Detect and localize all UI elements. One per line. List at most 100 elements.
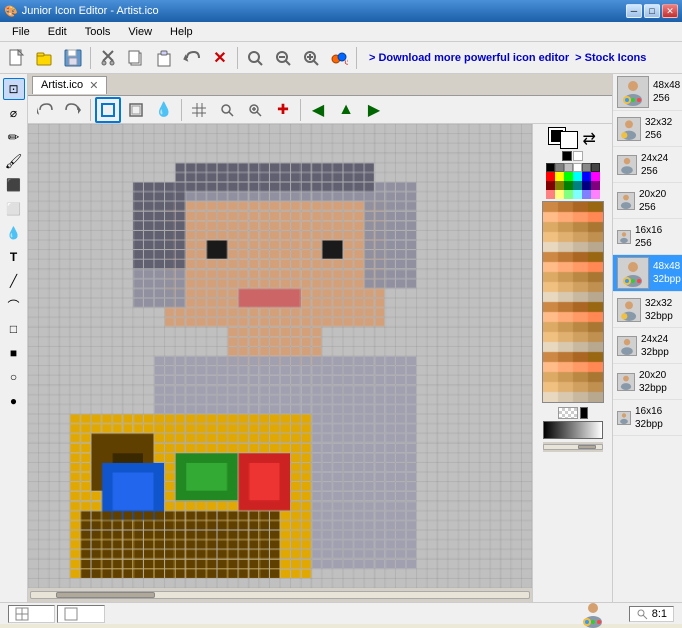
doc-tab-close[interactable]: ✕ [89, 79, 98, 92]
palette-scrollbar[interactable] [543, 442, 603, 452]
icon-16x16-256[interactable]: 16x16256 [613, 219, 682, 255]
eraser-tool[interactable]: ⬜ [3, 198, 25, 220]
actual-size-button[interactable] [242, 97, 268, 123]
swatch[interactable] [546, 181, 555, 190]
scroll-thumb[interactable] [56, 592, 156, 598]
pencil-tool[interactable]: ✏ [3, 126, 25, 148]
icon-20x20-32bpp[interactable]: 20x2032bpp [613, 364, 682, 400]
icon-24x24-32bpp[interactable]: 24x2432bpp [613, 328, 682, 364]
grid-button[interactable] [186, 97, 212, 123]
menu-view[interactable]: View [120, 24, 160, 40]
swatch[interactable] [591, 163, 600, 172]
swatch[interactable] [573, 181, 582, 190]
extended-palette-canvas[interactable] [542, 201, 604, 403]
stock-icons-link[interactable]: > Stock Icons [575, 52, 646, 64]
nav-up-button[interactable]: ▲ [333, 97, 359, 123]
minimize-button[interactable]: ─ [626, 4, 642, 18]
menu-tools[interactable]: Tools [77, 24, 119, 40]
zoom-in-button[interactable] [298, 45, 324, 71]
swatch[interactable] [555, 181, 564, 190]
delete-button[interactable]: ✕ [207, 45, 233, 71]
menu-file[interactable]: File [4, 24, 38, 40]
horizontal-scrollbar[interactable] [28, 588, 532, 602]
swatch[interactable] [591, 172, 600, 181]
icon-size-label: 48x4832bpp [653, 260, 681, 286]
zoom-out-button[interactable] [270, 45, 296, 71]
swatch[interactable] [546, 190, 555, 199]
color-black[interactable] [562, 151, 572, 161]
document-tab[interactable]: Artist.ico ✕ [32, 76, 107, 94]
copy-button[interactable] [123, 45, 149, 71]
palette-scroll-thumb[interactable] [578, 445, 595, 449]
rect-outline-tool[interactable]: □ [3, 318, 25, 340]
open-button[interactable] [32, 45, 58, 71]
swatch[interactable] [564, 163, 573, 172]
menu-edit[interactable]: Edit [40, 24, 75, 40]
new-button[interactable] [4, 45, 30, 71]
icon-32x32-256[interactable]: 32x32256 [613, 111, 682, 147]
cut-button[interactable] [95, 45, 121, 71]
color-replace-button[interactable]: ↺ [326, 45, 352, 71]
line-tool[interactable]: ╱ [3, 270, 25, 292]
find-button[interactable] [242, 45, 268, 71]
swatch[interactable] [555, 190, 564, 199]
swatch[interactable] [582, 190, 591, 199]
icon-32x32-32bpp[interactable]: 32x3232bpp [613, 292, 682, 328]
swatch[interactable] [573, 172, 582, 181]
swatch[interactable] [546, 163, 555, 172]
water-drop-button[interactable]: 💧 [151, 97, 177, 123]
close-button[interactable]: ✕ [662, 4, 678, 18]
swatch[interactable] [564, 190, 573, 199]
swatch[interactable] [555, 163, 564, 172]
swatch[interactable] [573, 163, 582, 172]
ellipse-fill-tool[interactable]: ● [3, 390, 25, 412]
icon-48x48-256[interactable]: 48x48256 [613, 74, 682, 111]
swatch[interactable] [546, 172, 555, 181]
select-lasso-tool[interactable]: ⌀ [3, 102, 25, 124]
icon-20x20-256[interactable]: 20x20256 [613, 183, 682, 219]
ellipse-outline-tool[interactable]: ○ [3, 366, 25, 388]
redo-ed-button[interactable] [60, 97, 86, 123]
gradient-strip[interactable] [543, 421, 603, 439]
dropper-tool[interactable]: 💧 [3, 222, 25, 244]
maximize-button[interactable]: □ [644, 4, 660, 18]
download-link[interactable]: > Download more powerful icon editor [369, 52, 569, 64]
save-button[interactable] [60, 45, 86, 71]
icon-48x48-32bpp[interactable]: 48x4832bpp [613, 255, 682, 292]
swatch[interactable] [573, 190, 582, 199]
menu-help[interactable]: Help [162, 24, 201, 40]
rect-fill-tool[interactable]: ■ [3, 342, 25, 364]
resize-button[interactable] [95, 97, 121, 123]
swatch[interactable] [591, 181, 600, 190]
select-rect-tool[interactable]: ⊡ [3, 78, 25, 100]
nav-right-button[interactable]: ▶ [361, 97, 387, 123]
swatch[interactable] [582, 181, 591, 190]
pixel-canvas[interactable] [28, 124, 532, 588]
color-white[interactable] [573, 151, 583, 161]
swap-colors-button[interactable]: ⇄ [583, 129, 597, 143]
color-select-button[interactable]: ✚ [270, 97, 296, 123]
swatch[interactable] [564, 181, 573, 190]
swatch[interactable] [582, 172, 591, 181]
fill-tool[interactable]: ⬛ [3, 174, 25, 196]
swatch[interactable] [564, 172, 573, 181]
swatch[interactable] [555, 172, 564, 181]
swatch[interactable] [582, 163, 591, 172]
curve-tool[interactable]: ⌒ [3, 294, 25, 316]
undo-button[interactable] [179, 45, 205, 71]
canvas-area[interactable] [28, 124, 532, 602]
brush-tool[interactable]: 🖌 [3, 150, 25, 172]
paste-button[interactable] [151, 45, 177, 71]
text-tool[interactable]: T [3, 246, 25, 268]
scroll-track[interactable] [30, 591, 530, 599]
icon-24x24-256[interactable]: 24x24256 [613, 147, 682, 183]
undo-ed-button[interactable] [32, 97, 58, 123]
black-swatch[interactable] [580, 407, 588, 419]
swatch[interactable] [591, 190, 600, 199]
background-color[interactable] [561, 132, 577, 148]
nav-left-button[interactable]: ◀ [305, 97, 331, 123]
zoom-search-button[interactable] [214, 97, 240, 123]
icon-16x16-32bpp[interactable]: 16x1632bpp [613, 400, 682, 436]
icon-size-button[interactable] [123, 97, 149, 123]
transparent-swatch[interactable] [558, 407, 578, 419]
